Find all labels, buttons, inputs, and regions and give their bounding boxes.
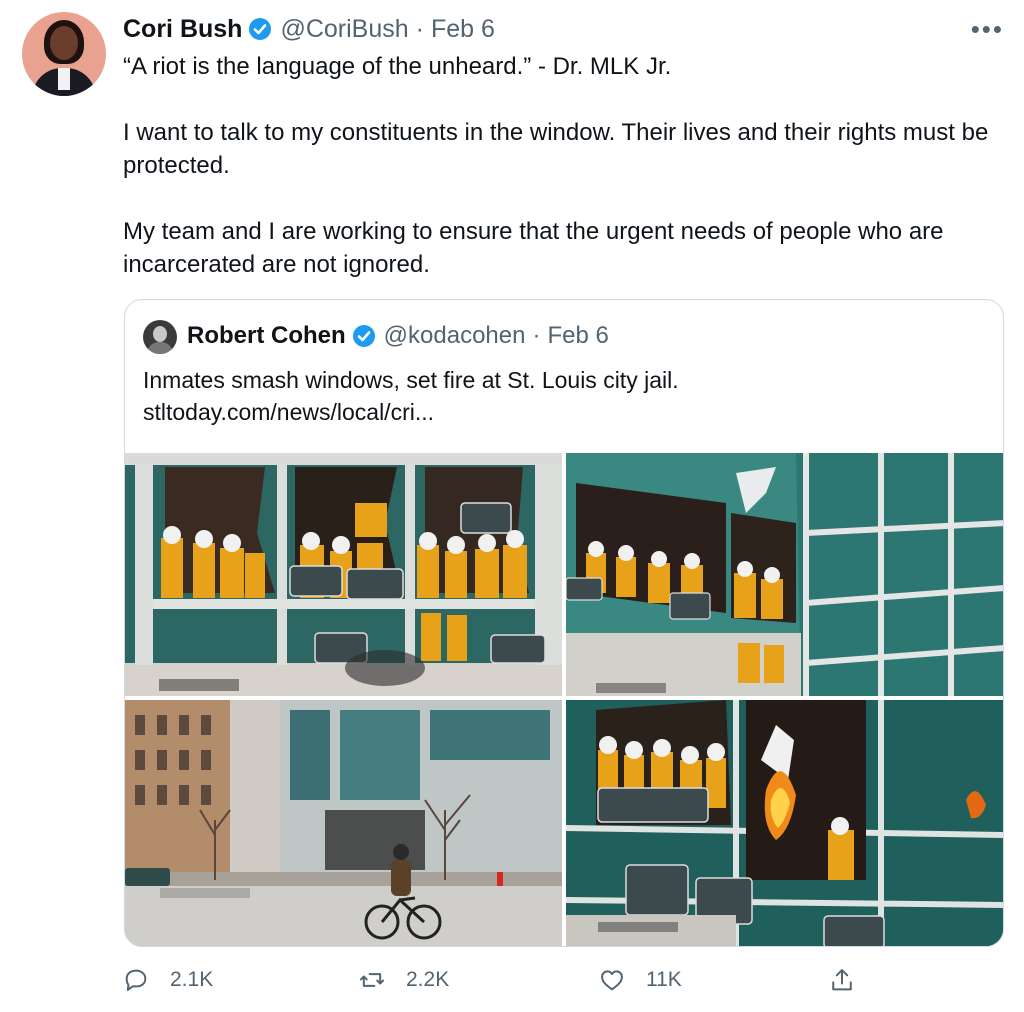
author-avatar[interactable]	[22, 12, 106, 96]
reply-count: 2.1K	[170, 968, 214, 991]
tweet-paragraph-2: I want to talk to my constituents in the…	[123, 119, 989, 179]
reply-button[interactable]: 2.1K	[122, 966, 213, 994]
photo-2-image	[566, 453, 1003, 696]
reply-icon	[125, 969, 147, 991]
share-button[interactable]	[828, 966, 876, 994]
quoted-tweet[interactable]: Robert Cohen @kodacohen · Feb 6 Inmates …	[124, 299, 1004, 947]
retweet-button[interactable]: 2.2K	[358, 966, 449, 994]
tweet-text: “A riot is the language of the unheard.”…	[123, 50, 1003, 281]
like-button[interactable]: 11K	[598, 966, 682, 994]
photo-1-image	[125, 453, 562, 696]
quoted-text-line: Inmates smash windows, set fire at St. L…	[143, 367, 679, 393]
photo-4[interactable]	[566, 700, 1003, 946]
heart-icon	[601, 970, 623, 991]
more-options-icon[interactable]: •••	[971, 14, 1004, 45]
separator-dot: ·	[415, 14, 424, 43]
tweet-paragraph-1: “A riot is the language of the unheard.”…	[123, 53, 672, 80]
author-handle[interactable]: @CoriBush	[280, 15, 408, 44]
photo-grid	[125, 453, 1003, 946]
action-bar: 2.1K 2.2K 11K	[122, 962, 862, 1002]
tweet-date[interactable]: Feb 6	[431, 15, 495, 44]
photo-1[interactable]	[125, 453, 562, 696]
like-count: 11K	[646, 968, 682, 991]
tweet-header: Cori Bush @CoriBush · Feb 6	[123, 12, 495, 46]
quoted-tweet-date[interactable]: Feb 6	[547, 322, 608, 350]
quoted-separator-dot: ·	[532, 322, 541, 349]
author-name[interactable]: Cori Bush	[123, 15, 242, 44]
quoted-author-name[interactable]: Robert Cohen	[187, 322, 346, 350]
retweet-icon	[359, 973, 385, 987]
quoted-author-handle[interactable]: @kodacohen	[384, 322, 526, 350]
photo-3[interactable]	[125, 700, 562, 946]
quoted-tweet-text: Inmates smash windows, set fire at St. L…	[143, 364, 983, 428]
retweet-count: 2.2K	[406, 968, 450, 991]
photo-4-image	[566, 700, 1003, 946]
share-icon	[832, 969, 852, 991]
quoted-author-avatar[interactable]	[143, 320, 177, 354]
tweet: Cori Bush @CoriBush · Feb 6 ••• “A riot …	[0, 0, 1024, 1012]
tweet-paragraph-3: My team and I are working to ensure that…	[123, 218, 944, 278]
verified-badge-icon	[249, 18, 272, 40]
photo-2[interactable]	[566, 453, 1003, 696]
photo-3-image	[125, 700, 562, 946]
quoted-tweet-header: Robert Cohen @kodacohen · Feb 6	[187, 319, 609, 353]
quoted-verified-badge-icon	[352, 325, 375, 347]
quoted-link[interactable]: stltoday.com/news/local/cri...	[143, 396, 983, 428]
